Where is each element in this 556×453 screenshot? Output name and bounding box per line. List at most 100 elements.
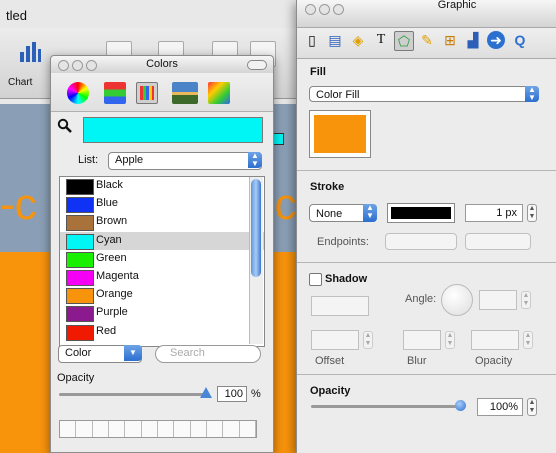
color-name: Red (96, 324, 117, 337)
color-list-scrollbar[interactable] (249, 177, 263, 344)
color-swatch (66, 233, 94, 250)
shadow-opacity-stepper[interactable]: ▲ ▼ (523, 331, 533, 349)
hyperlink-inspector-icon[interactable]: ➜ (487, 31, 505, 49)
magnifier-icon[interactable] (57, 118, 73, 137)
color-name: Blue (96, 197, 119, 210)
opacity-stepper[interactable]: ▲ ▼ (527, 398, 537, 416)
inspector-tabs: ▯ ▤ ◈ T ⬠ ✎ ⊞ ▟ ➜ Q (297, 28, 556, 59)
shadow-color-well[interactable] (311, 296, 369, 316)
toolbar-toggle-button[interactable] (247, 60, 267, 70)
document-inspector-icon[interactable]: ▯ (303, 31, 321, 49)
opacity-slider-knob[interactable] (200, 387, 212, 398)
fill-type-popup[interactable]: Color Fill ▲ ▼ (309, 86, 539, 102)
offset-field[interactable] (311, 330, 359, 350)
color-list-item[interactable]: Red (60, 323, 264, 341)
color-list-item[interactable]: Orange (60, 286, 264, 305)
saved-swatch-slot[interactable] (174, 421, 191, 437)
fill-color-well[interactable] (309, 110, 371, 158)
minimize-button[interactable] (319, 4, 330, 15)
shadow-checkbox[interactable] (309, 273, 322, 286)
palette-list-value: Apple (115, 154, 144, 166)
canvas-text: -c (0, 180, 37, 229)
current-color-swatch[interactable] (83, 117, 263, 143)
graphic-inspector-icon[interactable]: ⬠ (394, 31, 414, 51)
color-swatch (66, 269, 94, 286)
crayons-icon[interactable] (208, 82, 230, 104)
angle-stepper[interactable]: ▲ ▼ (521, 291, 531, 309)
stroke-width-stepper[interactable]: ▲ ▼ (527, 204, 537, 222)
color-wheel-icon[interactable] (67, 82, 89, 104)
color-sliders-icon[interactable] (104, 82, 126, 104)
fill-type-value: Color Fill (316, 89, 360, 101)
shadow-opacity-field[interactable] (471, 330, 519, 350)
angle-field[interactable] (479, 290, 517, 310)
fill-section-label: Fill (310, 66, 326, 78)
color-list-item[interactable]: Blue (60, 195, 264, 214)
palette-list-popup[interactable]: Apple ▲ ▼ (108, 152, 262, 170)
color-list-item[interactable]: Magenta (60, 268, 264, 286)
opacity-slider-track[interactable] (311, 405, 461, 408)
color-list-item[interactable]: Brown (60, 213, 264, 232)
color-swatch (66, 179, 94, 195)
saved-swatches[interactable] (59, 420, 257, 438)
colors-title: Colors (146, 58, 178, 70)
end-endpoint-popup[interactable] (465, 233, 531, 250)
saved-swatch-slot[interactable] (142, 421, 158, 437)
image-palettes-icon[interactable] (172, 82, 198, 104)
chart-inspector-icon[interactable]: ▟ (464, 31, 482, 49)
colors-panel: Colors List: Apple ▲ ▼ Black Blue Brown Cyan… (50, 55, 274, 453)
color-name: Magenta (96, 269, 139, 282)
color-list[interactable]: Black Blue Brown Cyan Green Magenta Orange Purp… (59, 176, 265, 347)
saved-swatch-slot[interactable] (76, 421, 93, 437)
search-placeholder: Search (170, 347, 205, 359)
saved-swatch-slot[interactable] (240, 421, 256, 437)
color-list-item[interactable]: Green (60, 250, 264, 268)
close-button[interactable] (305, 4, 316, 15)
saved-swatch-slot[interactable] (109, 421, 126, 437)
saved-swatch-slot[interactable] (60, 421, 77, 437)
stroke-color-well[interactable] (387, 203, 455, 223)
shadow-section-label: Shadow (325, 273, 368, 285)
offset-stepper[interactable]: ▲ ▼ (363, 331, 373, 349)
fill-color-swatch (314, 115, 366, 153)
quicktime-inspector-icon[interactable]: Q (511, 31, 529, 49)
build-inspector-icon[interactable]: ◈ (349, 31, 367, 49)
opacity-field[interactable]: 100 (217, 386, 247, 402)
slide-inspector-icon[interactable]: ▤ (326, 31, 344, 49)
stroke-type-popup[interactable]: None ▲ ▼ (309, 204, 377, 222)
text-inspector-icon[interactable]: T (372, 31, 390, 49)
saved-swatch-slot[interactable] (207, 421, 224, 437)
table-inspector-icon[interactable]: ⊞ (441, 31, 459, 49)
angle-wheel[interactable] (441, 284, 473, 316)
chevron-down-icon: ▼ (124, 345, 142, 361)
color-swatch (66, 288, 94, 305)
saved-swatch-slot[interactable] (93, 421, 109, 437)
blur-stepper[interactable]: ▲ ▼ (445, 331, 455, 349)
start-endpoint-popup[interactable] (385, 233, 457, 250)
color-search-field[interactable]: Search (155, 345, 261, 363)
shadow-opacity-label: Opacity (475, 355, 513, 367)
color-list-item[interactable]: Cyan (60, 231, 264, 250)
color-name: Purple (96, 306, 128, 319)
metrics-inspector-icon[interactable]: ✎ (418, 31, 436, 49)
saved-swatch-slot[interactable] (223, 421, 240, 437)
opacity-slider-track[interactable] (59, 393, 209, 396)
scrollbar-thumb[interactable] (251, 179, 261, 277)
color-name: Green (96, 251, 127, 264)
color-action-popup[interactable]: Color ▼ (58, 345, 142, 363)
zoom-button[interactable] (333, 4, 344, 15)
color-list-item[interactable]: Purple (60, 304, 264, 323)
opacity-field[interactable]: 100% (477, 398, 523, 416)
chart-icon[interactable] (18, 40, 42, 65)
saved-swatch-slot[interactable] (158, 421, 175, 437)
blur-field[interactable] (403, 330, 441, 350)
color-list-item[interactable]: Black (60, 177, 264, 195)
opacity-slider-knob[interactable] (455, 400, 466, 411)
saved-swatch-slot[interactable] (191, 421, 207, 437)
color-palettes-icon[interactable] (136, 82, 158, 104)
color-swatch (66, 215, 94, 232)
saved-swatch-slot[interactable] (125, 421, 142, 437)
color-name: Brown (96, 215, 128, 228)
stroke-width-field[interactable]: 1 px (465, 204, 523, 222)
stroke-type-value: None (316, 208, 343, 220)
